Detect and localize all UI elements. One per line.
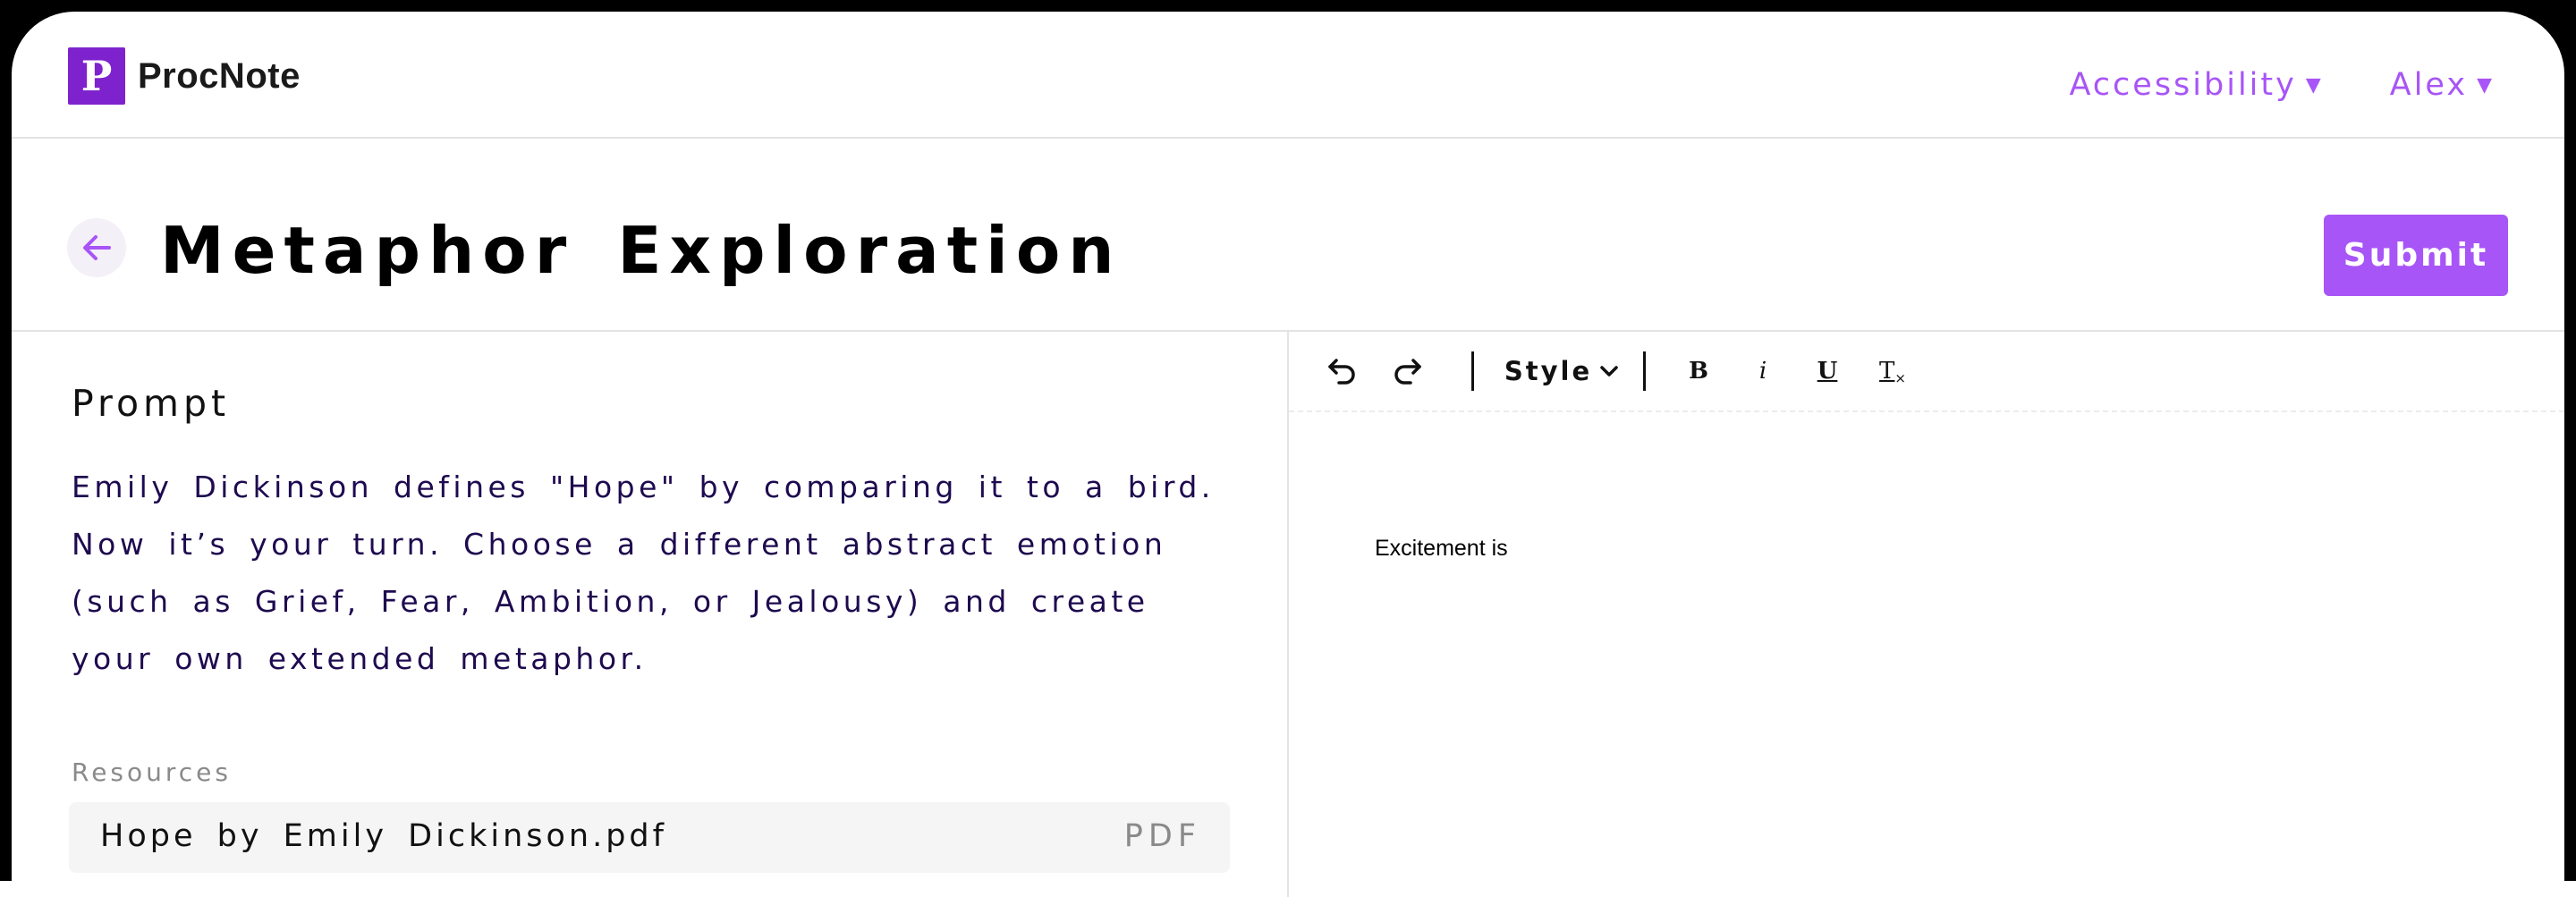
undo-icon [1328,359,1355,385]
submit-button[interactable]: Submit [2324,215,2508,296]
resource-type: PDF [1123,818,1201,854]
redo-icon [1394,359,1421,385]
back-button[interactable] [67,218,126,277]
bold-button[interactable]: B [1679,351,1718,391]
prompt-heading: Prompt [72,382,231,425]
resource-item[interactable]: Hope by Emily Dickinson.pdf PDF [69,802,1230,873]
arrow-left-icon [83,235,111,260]
device-frame: P ProcNote Accessibility ▼ Alex ▼ Metaph… [0,0,2576,897]
top-navigation: P ProcNote Accessibility ▼ Alex ▼ [12,12,2564,139]
editor-text-area[interactable]: Excitement is [1375,536,1508,562]
clear-format-button[interactable]: T × [1870,351,1915,391]
user-menu[interactable]: Alex ▼ [2390,67,2495,103]
style-dropdown-label: Style [1504,356,1593,386]
underline-button[interactable]: U [1808,351,1847,391]
page-title: Metaphor Exploration [160,213,1123,288]
title-row: Metaphor Exploration Submit [12,139,2564,332]
editor-toolbar: Style B i U T × [1289,332,2564,412]
prompt-text: Emily Dickinson defines "Hope" by compar… [72,470,1215,676]
toolbar-divider [1643,351,1646,391]
resource-name: Hope by Emily Dickinson.pdf [100,818,667,854]
prompt-panel: Prompt Emily Dickinson defines "Hope" by… [12,332,1289,897]
italic-button[interactable]: i [1743,351,1783,391]
style-dropdown[interactable]: Style [1504,351,1620,391]
app-screen: P ProcNote Accessibility ▼ Alex ▼ Metaph… [12,12,2564,897]
resources-label: Resources [72,757,232,787]
caret-down-icon: ▼ [2477,73,2495,97]
redo-button[interactable] [1387,351,1427,391]
toolbar-divider [1471,351,1474,391]
accessibility-menu[interactable]: Accessibility ▼ [2069,67,2323,103]
user-menu-label: Alex [2389,67,2469,103]
accessibility-menu-label: Accessibility [2069,67,2297,103]
text-editor: Style B i U T × Excitement is [1289,332,2564,897]
app-name: ProcNote [138,55,301,96]
logo-icon: P [68,47,125,105]
clear-format-icon: T [1879,358,1895,385]
caret-down-icon: ▼ [2305,73,2324,97]
nav-right: Accessibility ▼ Alex ▼ [2069,67,2495,103]
undo-button[interactable] [1323,351,1362,391]
app-logo[interactable]: P ProcNote [68,47,301,105]
chevron-down-icon [1600,366,1618,377]
logo-letter: P [81,52,113,100]
clear-format-x: × [1894,370,1906,386]
